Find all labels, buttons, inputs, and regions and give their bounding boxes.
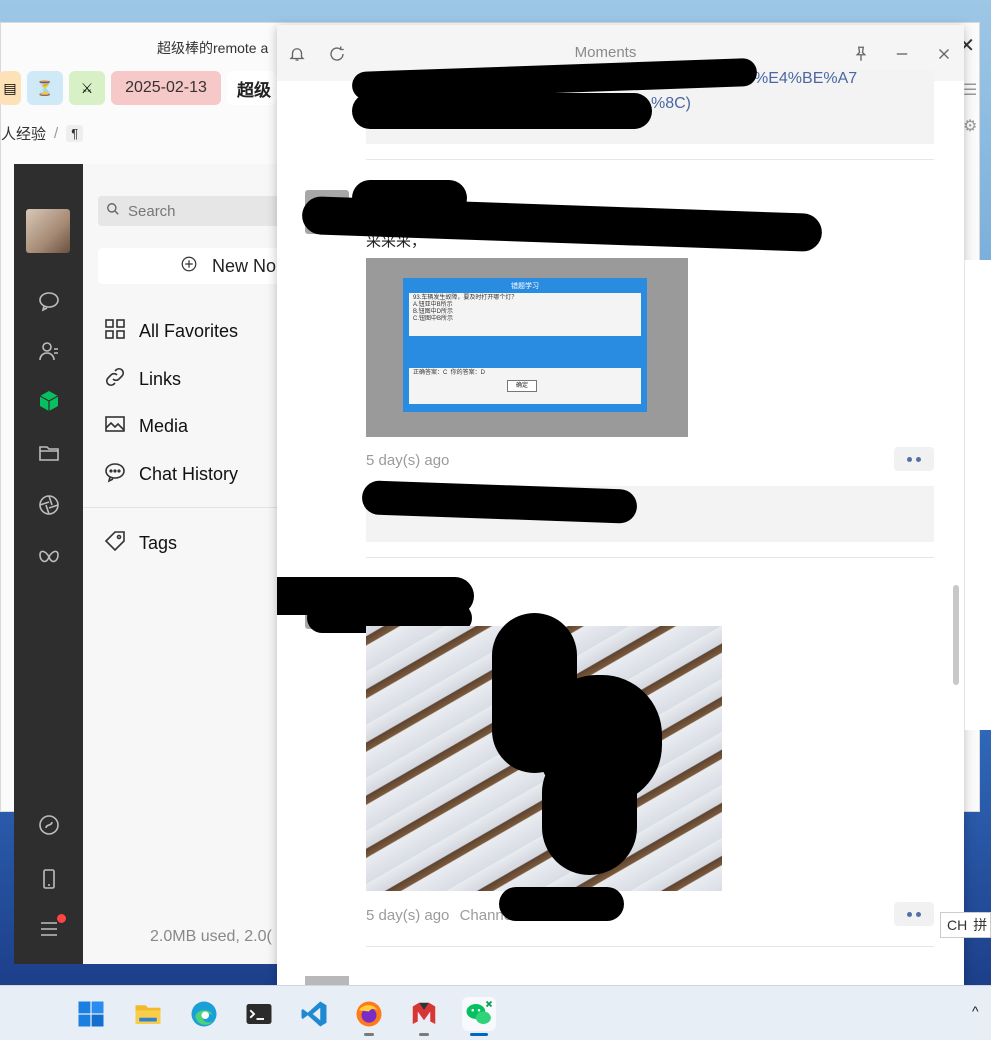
nav-chat-history[interactable]: Chat History (103, 460, 238, 489)
pin-icon[interactable] (850, 43, 872, 65)
divider (83, 507, 277, 508)
ime-mode: 拼 (973, 917, 988, 933)
mindmaster-icon[interactable] (407, 997, 441, 1036)
nav-all-favorites[interactable]: All Favorites (103, 317, 238, 346)
nav-label: Media (139, 416, 189, 436)
vscode-icon[interactable] (297, 997, 331, 1031)
quiz-dialog: 错题学习 93.车辆发生故障，要及时打开哪个灯？ A.钮亚中B所示 B.钮图中D… (403, 278, 647, 412)
settings-icon[interactable]: ⚙ (963, 116, 981, 136)
contacts-icon[interactable] (36, 338, 62, 364)
chat-bubble-icon (103, 460, 127, 489)
redaction-mark (499, 887, 624, 921)
tag-icon (103, 529, 127, 558)
terminal-icon[interactable] (242, 997, 276, 1031)
redaction-mark (352, 93, 652, 129)
nav-label: Links (139, 369, 182, 389)
ime-indicator[interactable]: CH 拼 (940, 912, 991, 938)
quiz-question: 93.车辆发生故障，要及时打开哪个灯？ A.钮亚中B所示 B.钮图中D所示 C.… (413, 295, 518, 322)
plus-circle-icon (180, 255, 198, 278)
moments-aperture-icon[interactable] (36, 492, 62, 518)
breadcrumb-separator: / (54, 125, 59, 142)
post-separator (366, 557, 934, 558)
edge-icon[interactable] (187, 997, 221, 1031)
link-text[interactable]: %E4%BE%A7 (754, 70, 857, 88)
paragraph-mark[interactable]: ¶ (66, 125, 84, 142)
doc-icon[interactable]: ▤ (0, 71, 21, 105)
link-icon (103, 365, 127, 394)
quiz-ok-button: 确定 (507, 380, 537, 392)
new-note-label: New No (212, 255, 277, 276)
editor-right-tools: ☰ ⚙ (963, 78, 981, 136)
search-input[interactable]: Search (98, 196, 288, 226)
avatar[interactable] (26, 209, 70, 253)
breadcrumb-item[interactable]: 人经验 (1, 123, 46, 144)
phone-icon[interactable] (36, 866, 62, 892)
running-indicator (470, 1033, 488, 1036)
post-image-screenshot[interactable]: 错题学习 93.车辆发生故障，要及时打开哪个灯？ A.钮亚中B所示 B.钮图中D… (366, 258, 688, 437)
post-time: 5 day(s) ago (366, 907, 450, 924)
start-icon[interactable] (74, 997, 108, 1031)
search-placeholder: Search (128, 202, 176, 220)
image-icon (103, 412, 127, 441)
post-separator (366, 946, 934, 947)
nav-media[interactable]: Media (103, 412, 188, 441)
search-icon (106, 202, 120, 220)
nav-label: All Favorites (139, 321, 239, 341)
link-text[interactable]: %8C) (651, 95, 691, 113)
tab-current[interactable]: 超级 (227, 71, 277, 105)
storage-usage: 2.0MB used, 2.0( (150, 928, 272, 945)
folder-icon[interactable] (36, 440, 62, 466)
breadcrumb: 人经验 / ¶ (1, 123, 84, 144)
post-avatar[interactable] (305, 976, 349, 985)
channels-icon[interactable] (36, 544, 62, 570)
scrollbar[interactable] (953, 585, 959, 685)
swords-icon[interactable]: ⚔ (69, 71, 105, 105)
more-options-button[interactable] (894, 902, 934, 926)
ime-language: CH (947, 917, 968, 933)
background-window-edge (964, 260, 991, 730)
nav-label: Tags (139, 533, 178, 553)
window-title: Moments (574, 44, 637, 61)
post-timestamp: 5 day(s) ago (366, 452, 450, 469)
moments-window: Moments %E4%BE%A7 %8C) fileEmoj f 采采采， 错… (277, 25, 964, 985)
nav-label: Chat History (139, 464, 239, 484)
running-indicator (419, 1033, 429, 1036)
wechat-icon[interactable] (462, 997, 496, 1036)
notification-dot (57, 914, 66, 923)
close-icon[interactable] (933, 43, 955, 65)
taskbar (0, 985, 991, 1040)
chat-icon[interactable] (36, 288, 62, 314)
menu-icon[interactable]: ☰ (963, 80, 981, 100)
favorites-panel: Search New No All Favorites Links Media … (83, 164, 288, 964)
firefox-icon[interactable] (352, 997, 386, 1036)
nav-tags[interactable]: Tags (103, 529, 177, 558)
tab-date[interactable]: 2025-02-13 (111, 71, 221, 105)
minimize-icon[interactable] (891, 43, 913, 65)
quiz-header: 错题学习 (511, 283, 539, 290)
wechat-window: Search New No All Favorites Links Media … (14, 164, 288, 964)
running-indicator (364, 1033, 374, 1036)
quiz-question-box: 93.车辆发生故障，要及时打开哪个灯？ A.钮亚中B所示 B.钮图中D所示 C.… (409, 293, 641, 336)
nav-links[interactable]: Links (103, 365, 181, 394)
new-note-button[interactable]: New No (98, 248, 288, 284)
nav-rail (14, 164, 83, 964)
more-options-button[interactable] (894, 447, 934, 471)
quiz-answer: 正确答案：C 你的答案：D (413, 370, 486, 376)
mini-programs-icon[interactable] (36, 812, 62, 838)
favorites-cube-icon[interactable] (36, 388, 62, 414)
hourglass-icon[interactable]: ⏳ (27, 71, 63, 105)
post-separator (366, 159, 934, 160)
grid-icon (103, 317, 127, 346)
editor-title: 超级棒的remote a (157, 40, 269, 56)
file-explorer-icon[interactable] (131, 997, 165, 1031)
redaction-mark (542, 745, 637, 875)
editor-tabs: ▤ ⏳ ⚔ 2025-02-13 超级 (0, 71, 277, 105)
tray-overflow-icon[interactable]: ^ (972, 1003, 979, 1019)
